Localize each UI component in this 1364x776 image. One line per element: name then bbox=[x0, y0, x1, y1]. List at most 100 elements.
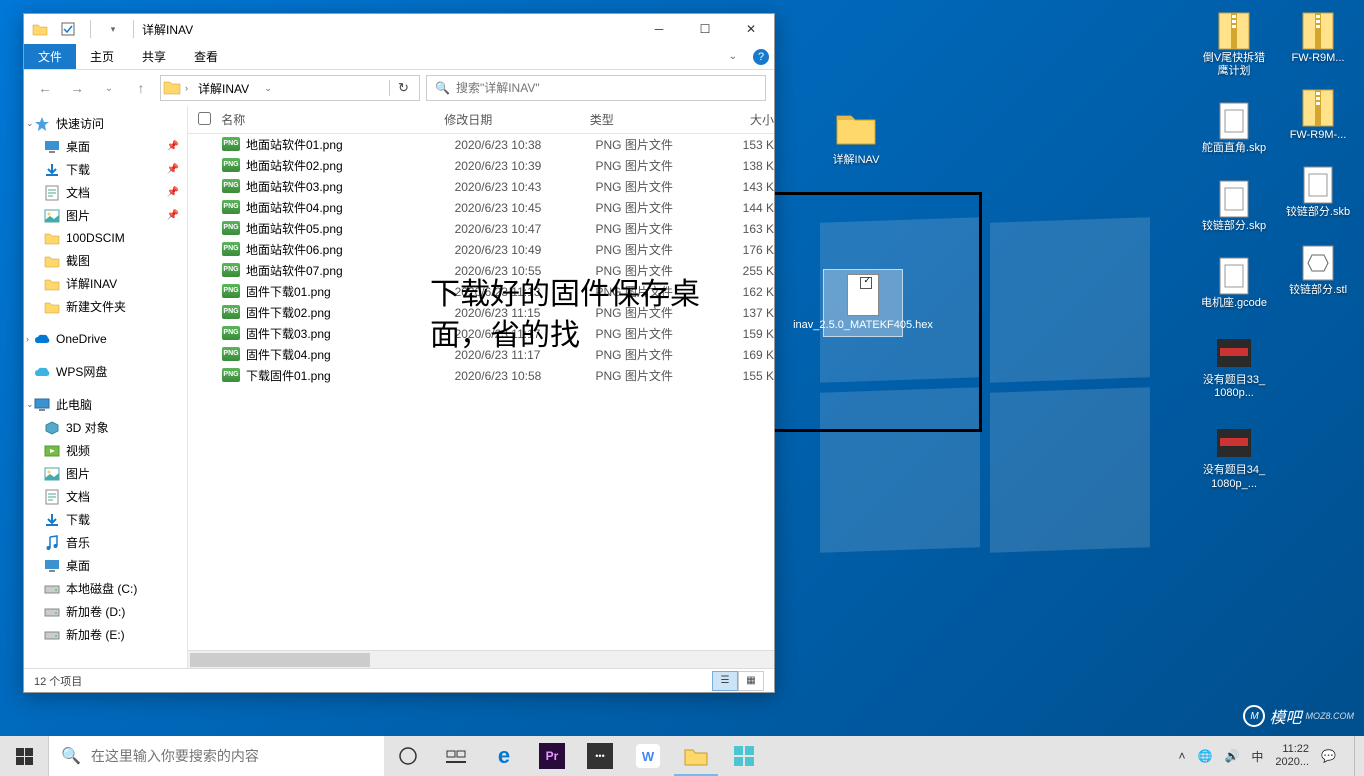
address-dropdown[interactable]: ⌄ bbox=[259, 83, 277, 94]
tab-home[interactable]: 主页 bbox=[76, 44, 128, 69]
sidebar-item[interactable]: 新建文件夹 bbox=[24, 295, 187, 318]
sidebar-item[interactable]: 详解INAV bbox=[24, 272, 187, 295]
tray-volume-icon[interactable]: 🔊 bbox=[1224, 749, 1239, 763]
item-count: 12 个项目 bbox=[34, 673, 82, 689]
start-button[interactable] bbox=[0, 736, 48, 776]
help-button[interactable]: ? bbox=[748, 44, 774, 70]
tab-file[interactable]: 文件 bbox=[24, 44, 76, 69]
col-name[interactable]: 名称 bbox=[221, 111, 444, 128]
desktop-icon bbox=[44, 139, 60, 155]
sidebar-item[interactable]: 新加卷 (D:) bbox=[24, 600, 187, 623]
tray-network-icon[interactable]: 🌐 bbox=[1197, 749, 1212, 763]
select-all-checkbox[interactable] bbox=[198, 112, 211, 125]
taskbar-search-input[interactable] bbox=[91, 748, 372, 764]
desktop-icon[interactable]: FW-R9M-... bbox=[1282, 85, 1354, 144]
sidebar-item[interactable]: 本地磁盘 (C:) bbox=[24, 577, 187, 600]
qat-dropdown[interactable]: ▾ bbox=[103, 19, 123, 39]
file-row[interactable]: PNG 固件下载03.png 2020/6/23 11:17 PNG 图片文件 … bbox=[188, 323, 774, 344]
sidebar-item[interactable]: 桌面 bbox=[24, 554, 187, 577]
col-type[interactable]: 类型 bbox=[590, 111, 716, 128]
tab-share[interactable]: 共享 bbox=[128, 44, 180, 69]
taskbar-app-wps[interactable]: W bbox=[624, 736, 672, 776]
task-view-button[interactable] bbox=[432, 736, 480, 776]
desktop-icon[interactable]: 铰链部分.skb bbox=[1282, 162, 1354, 221]
file-row[interactable]: PNG 地面站软件06.png 2020/6/23 10:49 PNG 图片文件… bbox=[188, 239, 774, 260]
nav-recent[interactable]: ⌄ bbox=[96, 75, 122, 101]
desktop-icon[interactable]: 没有题目33_1080p... bbox=[1198, 330, 1270, 402]
taskbar-app-generic[interactable]: ••• bbox=[576, 736, 624, 776]
sidebar-item[interactable]: 截图 bbox=[24, 249, 187, 272]
sidebar-this-pc[interactable]: ⌄ 此电脑 bbox=[24, 393, 187, 416]
breadcrumb-text[interactable]: 详解INAV bbox=[192, 80, 255, 97]
nav-forward[interactable]: → bbox=[64, 75, 90, 101]
file-icon bbox=[1298, 242, 1338, 284]
view-thumbnails-button[interactable]: ▦ bbox=[738, 671, 764, 691]
taskbar-app-explorer[interactable] bbox=[672, 736, 720, 776]
desktop-icon[interactable]: 倒V尾快拆猎鹰计划 bbox=[1198, 8, 1270, 80]
show-desktop-button[interactable] bbox=[1354, 736, 1360, 776]
minimize-button[interactable]: ─ bbox=[636, 14, 682, 44]
col-size[interactable]: 大小 bbox=[716, 111, 774, 128]
sidebar-item[interactable]: 下载📌 bbox=[24, 158, 187, 181]
sidebar-item[interactable]: 桌面📌 bbox=[24, 135, 187, 158]
taskbar-app-4squares[interactable] bbox=[720, 736, 768, 776]
file-row[interactable]: PNG 固件下载04.png 2020/6/23 11:17 PNG 图片文件 … bbox=[188, 344, 774, 365]
search-box[interactable]: 🔍 bbox=[426, 75, 766, 101]
sidebar-item[interactable]: 新加卷 (E:) bbox=[24, 623, 187, 646]
file-row[interactable]: PNG 地面站软件05.png 2020/6/23 10:47 PNG 图片文件… bbox=[188, 218, 774, 239]
file-row[interactable]: PNG 固件下载01.png 2020/6/23 11:13 PNG 图片文件 … bbox=[188, 281, 774, 302]
sidebar-item[interactable]: 下载 bbox=[24, 508, 187, 531]
png-icon: PNG bbox=[222, 305, 240, 321]
taskbar-app-premiere[interactable]: Pr bbox=[528, 736, 576, 776]
sidebar[interactable]: ⌄ 快速访问 桌面📌下载📌文档📌图片📌100DSCIM截图详解INAV新建文件夹… bbox=[24, 106, 188, 668]
file-row[interactable]: PNG 地面站软件07.png 2020/6/23 10:55 PNG 图片文件… bbox=[188, 260, 774, 281]
file-row[interactable]: PNG 地面站软件03.png 2020/6/23 10:43 PNG 图片文件… bbox=[188, 176, 774, 197]
search-input[interactable] bbox=[456, 81, 757, 95]
sidebar-item[interactable]: 视频 bbox=[24, 439, 187, 462]
tab-view[interactable]: 查看 bbox=[180, 44, 232, 69]
nav-back[interactable]: ← bbox=[32, 75, 58, 101]
title-bar[interactable]: ▾ 详解INAV ─ ☐ ✕ bbox=[24, 14, 774, 44]
sidebar-item[interactable]: 图片📌 bbox=[24, 204, 187, 227]
desktop-icon[interactable]: 舵面直角.skp bbox=[1198, 98, 1270, 157]
sidebar-item[interactable]: 文档 bbox=[24, 485, 187, 508]
sidebar-item[interactable]: 3D 对象 bbox=[24, 416, 187, 439]
horizontal-scrollbar[interactable] bbox=[188, 650, 774, 668]
view-details-button[interactable]: ☰ bbox=[712, 671, 738, 691]
tray-notifications-icon[interactable]: 💬 bbox=[1321, 749, 1336, 763]
desktop-folder-inav[interactable]: 详解INAV bbox=[832, 105, 880, 167]
taskbar-search[interactable]: 🔍 bbox=[48, 736, 384, 776]
ribbon-collapse[interactable]: ⌄ bbox=[718, 44, 748, 69]
desktop-icon[interactable]: 电机座.gcode bbox=[1198, 253, 1270, 312]
sidebar-item[interactable]: 音乐 bbox=[24, 531, 187, 554]
file-list[interactable]: PNG 地面站软件01.png 2020/6/23 10:38 PNG 图片文件… bbox=[188, 134, 774, 650]
close-button[interactable]: ✕ bbox=[728, 14, 774, 44]
desktop-icon[interactable]: 没有题目34_1080p_... bbox=[1198, 420, 1270, 492]
file-row[interactable]: PNG 固件下载02.png 2020/6/23 11:15 PNG 图片文件 … bbox=[188, 302, 774, 323]
address-bar[interactable]: › 详解INAV ⌄ ↻ bbox=[160, 75, 420, 101]
maximize-button[interactable]: ☐ bbox=[682, 14, 728, 44]
sidebar-item[interactable]: 文档📌 bbox=[24, 181, 187, 204]
desktop-icon[interactable]: FW-R9M... bbox=[1282, 8, 1354, 67]
file-row[interactable]: PNG 地面站软件01.png 2020/6/23 10:38 PNG 图片文件… bbox=[188, 134, 774, 155]
sidebar-quick-access[interactable]: ⌄ 快速访问 bbox=[24, 112, 187, 135]
file-row[interactable]: PNG 地面站软件04.png 2020/6/23 10:45 PNG 图片文件… bbox=[188, 197, 774, 218]
tray-clock[interactable]: 11:22 2020... bbox=[1275, 743, 1309, 769]
tray-chevron-icon[interactable]: ˄ bbox=[1178, 749, 1185, 763]
tray-ime[interactable]: 中 bbox=[1251, 748, 1263, 765]
refresh-button[interactable]: ↻ bbox=[389, 80, 417, 96]
col-date[interactable]: 修改日期 bbox=[444, 111, 589, 128]
sidebar-onedrive[interactable]: › OneDrive bbox=[24, 328, 187, 350]
sidebar-wps[interactable]: WPS网盘 bbox=[24, 360, 187, 383]
taskbar-app-edge[interactable]: e bbox=[480, 736, 528, 776]
desktop-icon[interactable]: 铰链部分.skp bbox=[1198, 176, 1270, 235]
file-row[interactable]: PNG 地面站软件02.png 2020/6/23 10:39 PNG 图片文件… bbox=[188, 155, 774, 176]
nav-up[interactable]: ↑ bbox=[128, 75, 154, 101]
cortana-button[interactable] bbox=[384, 736, 432, 776]
file-row[interactable]: PNG 下载固件01.png 2020/6/23 10:58 PNG 图片文件 … bbox=[188, 365, 774, 386]
desktop-icon[interactable]: 铰链部分.stl bbox=[1282, 240, 1354, 299]
sidebar-item[interactable]: 100DSCIM bbox=[24, 227, 187, 249]
sidebar-item[interactable]: 图片 bbox=[24, 462, 187, 485]
column-headers[interactable]: 名称 修改日期 类型 大小 bbox=[188, 106, 774, 134]
qat-checkbox-icon[interactable] bbox=[58, 19, 78, 39]
